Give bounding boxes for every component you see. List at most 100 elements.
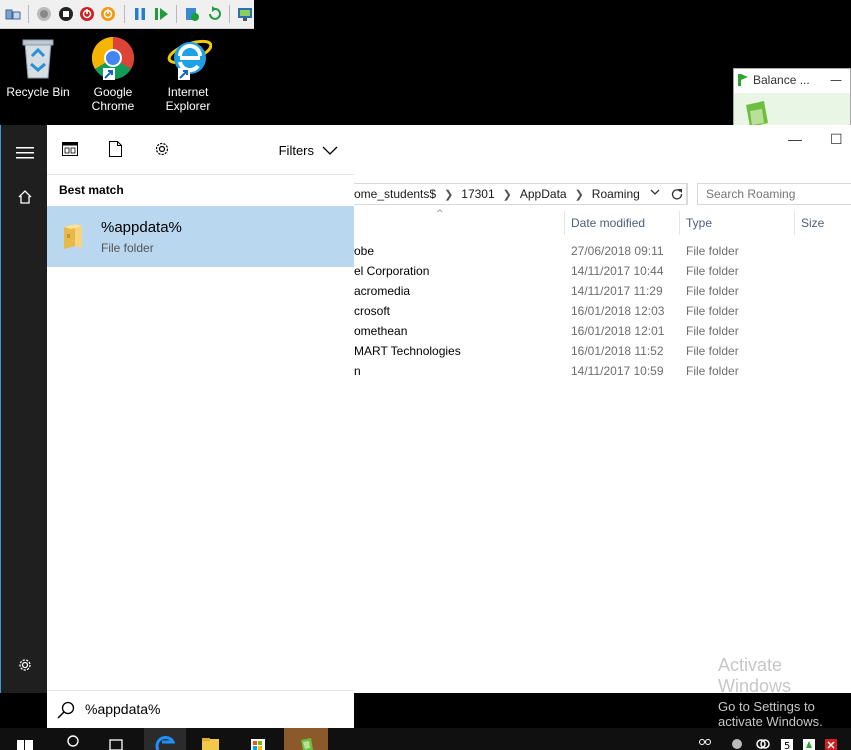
search-query[interactable]: %appdata% bbox=[85, 701, 161, 717]
balance-window[interactable]: Balance ... — bbox=[733, 68, 851, 126]
file-type: File folder bbox=[686, 284, 739, 298]
file-name: crosoft bbox=[354, 304, 391, 318]
breadcrumb-chevron-icon: ❯ bbox=[502, 188, 512, 201]
tray-link-icon[interactable] bbox=[754, 728, 772, 750]
revert-icon[interactable] bbox=[204, 5, 222, 24]
taskbar-store[interactable] bbox=[243, 728, 273, 750]
internet-explorer-icon bbox=[164, 34, 213, 82]
power-icon[interactable] bbox=[99, 5, 117, 24]
balance-app-icon bbox=[301, 738, 313, 750]
breadcrumb-item[interactable]: Roaming bbox=[592, 187, 640, 201]
file-row[interactable]: MART Technologies 16/01/2018 11:52 File … bbox=[354, 342, 851, 362]
address-dropdown-icon[interactable] bbox=[650, 187, 660, 199]
start-button[interactable] bbox=[12, 728, 36, 750]
store-icon bbox=[251, 739, 265, 750]
start-search-box[interactable]: %appdata% bbox=[47, 690, 354, 728]
file-row[interactable]: n 14/11/2017 10:59 File folder bbox=[354, 362, 851, 382]
chrome-icon bbox=[89, 34, 137, 82]
tray-number-icon[interactable]: 5 bbox=[778, 728, 796, 750]
breadcrumb-item[interactable]: AppData bbox=[520, 187, 567, 201]
file-type: File folder bbox=[686, 244, 739, 258]
home-icon[interactable] bbox=[1, 189, 48, 209]
taskbar-search-button[interactable] bbox=[60, 728, 84, 750]
column-type[interactable]: Type bbox=[686, 216, 712, 230]
file-row[interactable]: crosoft 16/01/2018 12:03 File folder bbox=[354, 302, 851, 322]
tray-close-icon[interactable] bbox=[822, 728, 840, 750]
file-type: File folder bbox=[686, 324, 739, 338]
breadcrumb-item[interactable]: 17301 bbox=[461, 187, 494, 201]
desktop-icon-chrome[interactable]: Google Chrome bbox=[75, 34, 151, 113]
settings-filter-icon[interactable] bbox=[154, 141, 170, 161]
best-match-result[interactable]: %appdata% File folder bbox=[47, 206, 354, 267]
refresh-button[interactable] bbox=[666, 183, 688, 205]
file-type: File folder bbox=[686, 264, 739, 278]
tray-people-icon[interactable] bbox=[696, 728, 714, 750]
desktop-icon-internet-explorer[interactable]: Internet Explorer bbox=[150, 34, 226, 113]
ctrl-alt-del-icon[interactable] bbox=[4, 5, 22, 24]
apps-filter-icon[interactable] bbox=[62, 141, 78, 160]
file-row[interactable]: obe 27/06/2018 09:11 File folder bbox=[354, 242, 851, 262]
desktop-icon-recycle-bin[interactable]: Recycle Bin bbox=[0, 34, 76, 99]
svg-text:5: 5 bbox=[784, 741, 790, 750]
shutdown-icon[interactable] bbox=[78, 5, 96, 24]
file-name: obe bbox=[354, 244, 375, 258]
taskbar-balance-app[interactable] bbox=[284, 728, 328, 750]
file-date: 16/01/2018 12:01 bbox=[571, 324, 665, 338]
start-menu-rail bbox=[0, 125, 47, 693]
resume-icon[interactable] bbox=[152, 5, 170, 24]
filters-dropdown[interactable]: Filters bbox=[279, 143, 338, 158]
breadcrumb-item[interactable]: ome_students$ bbox=[354, 187, 436, 201]
checkpoint-icon[interactable] bbox=[183, 5, 201, 24]
file-type: File folder bbox=[686, 364, 739, 378]
desktop-icon-label: Internet Explorer bbox=[165, 85, 211, 113]
file-explorer-icon bbox=[202, 738, 219, 750]
search-panel-toolbar: Filters bbox=[47, 125, 354, 175]
explorer-maximize-button[interactable]: ☐ bbox=[830, 131, 843, 148]
file-type: File folder bbox=[686, 344, 739, 358]
watermark-subtitle: Go to Settings to activate Windows. bbox=[718, 699, 823, 729]
column-date-modified[interactable]: Date modified bbox=[571, 216, 645, 230]
desktop: Recycle Bin Google Chrome Internet Explo… bbox=[0, 0, 851, 750]
file-name: el Corporation bbox=[354, 264, 430, 278]
taskbar: 5 bbox=[0, 728, 851, 750]
balance-logo-icon bbox=[746, 101, 768, 125]
balance-window-content bbox=[734, 93, 850, 125]
tray-balance-icon[interactable] bbox=[800, 728, 818, 750]
settings-icon[interactable] bbox=[1, 657, 48, 677]
taskbar-file-explorer[interactable] bbox=[195, 728, 225, 750]
balance-window-title: Balance ... bbox=[738, 73, 810, 87]
taskbar-edge[interactable] bbox=[144, 728, 186, 750]
enhanced-session-icon[interactable] bbox=[236, 5, 254, 24]
filters-label: Filters bbox=[278, 143, 314, 158]
search-icon bbox=[57, 701, 75, 723]
tray-app-icon[interactable] bbox=[728, 728, 746, 750]
file-name: n bbox=[354, 364, 361, 378]
file-name: omethean bbox=[354, 324, 408, 338]
file-date: 14/11/2017 11:29 bbox=[571, 284, 663, 298]
balance-minimize-button[interactable]: — bbox=[830, 73, 842, 87]
pause-icon[interactable] bbox=[131, 5, 149, 24]
file-row[interactable]: omethean 16/01/2018 12:01 File folder bbox=[354, 322, 851, 342]
address-bar[interactable]: ome_students$ ❯ 17301 ❯ AppData ❯ Roamin… bbox=[354, 183, 687, 205]
chevron-down-icon bbox=[322, 146, 338, 155]
task-view-icon bbox=[109, 739, 123, 750]
file-row[interactable]: el Corporation 14/11/2017 10:44 File fol… bbox=[354, 262, 851, 282]
start-vm-icon[interactable] bbox=[35, 5, 53, 24]
column-size[interactable]: Size bbox=[801, 216, 824, 230]
best-match-heading: Best match bbox=[59, 183, 124, 197]
vm-toolbar bbox=[0, 0, 254, 29]
turn-off-icon[interactable] bbox=[57, 5, 75, 24]
file-name: MART Technologies bbox=[354, 344, 461, 358]
search-input[interactable] bbox=[697, 183, 851, 205]
file-date: 16/01/2018 11:52 bbox=[571, 344, 664, 358]
hamburger-menu-icon[interactable] bbox=[1, 145, 48, 164]
explorer-minimize-button[interactable]: — bbox=[788, 131, 802, 147]
refresh-icon bbox=[671, 189, 682, 200]
file-date: 16/01/2018 12:03 bbox=[571, 304, 665, 318]
watermark-title: Activate Windows bbox=[718, 655, 792, 696]
file-explorer-window: — ☐ ome_students$ ❯ 17301 ❯ AppData ❯ Ro… bbox=[354, 125, 851, 693]
documents-filter-icon[interactable] bbox=[109, 141, 122, 161]
file-row[interactable]: acromedia 14/11/2017 11:29 File folder bbox=[354, 282, 851, 302]
task-view-button[interactable] bbox=[104, 728, 128, 750]
file-name: acromedia bbox=[354, 284, 411, 298]
